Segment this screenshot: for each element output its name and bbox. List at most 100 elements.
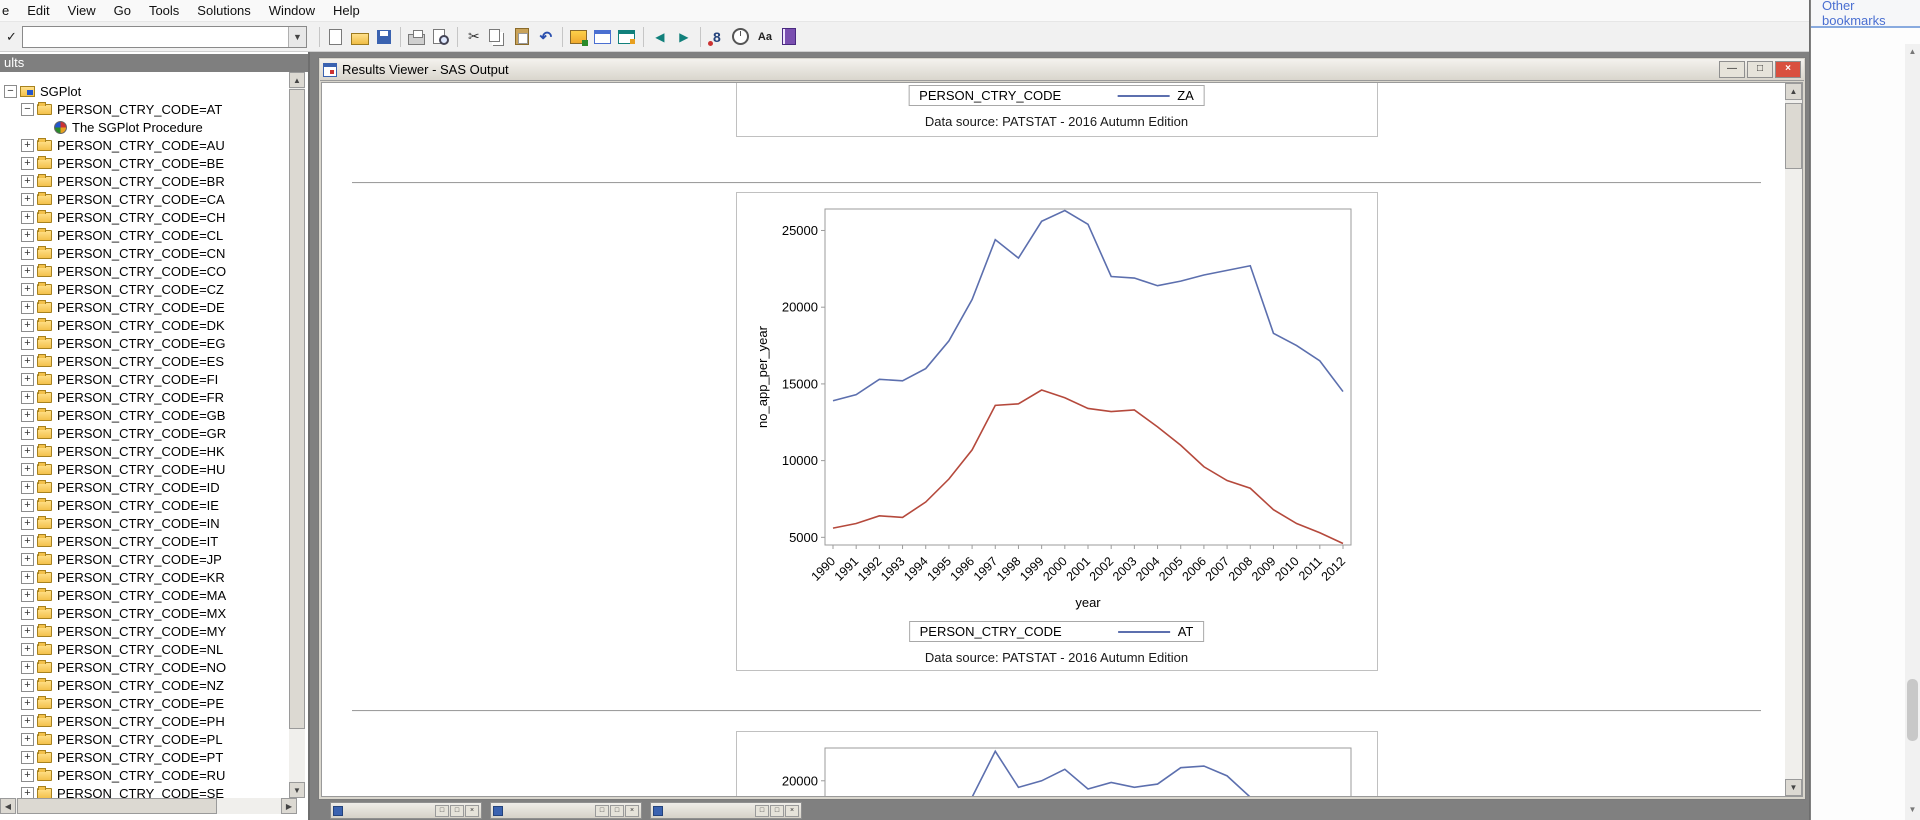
expand-icon[interactable]: + xyxy=(21,157,34,170)
tree-item-label[interactable]: PERSON_CTRY_CODE=MX xyxy=(57,606,226,621)
tree-item[interactable]: + PERSON_CTRY_CODE=PL xyxy=(0,730,288,748)
maximize-button[interactable]: □ xyxy=(1747,61,1773,78)
tree-item[interactable]: +PERSON_CTRY_CODE=CL xyxy=(0,226,288,244)
minimized-window[interactable]: □□× xyxy=(650,802,802,819)
tree-item[interactable]: +PERSON_CTRY_CODE=AU xyxy=(0,136,288,154)
expand-icon[interactable]: + xyxy=(21,643,34,656)
expand-icon[interactable]: + xyxy=(21,517,34,530)
tree-item[interactable]: +PERSON_CTRY_CODE=NL xyxy=(0,640,288,658)
expand-icon[interactable]: + xyxy=(21,535,34,548)
minimized-window[interactable]: □□× xyxy=(490,802,642,819)
tree-item-label[interactable]: PERSON_CTRY_CODE=GB xyxy=(57,408,225,423)
expand-icon[interactable]: + xyxy=(21,697,34,710)
tree-item[interactable]: −PERSON_CTRY_CODE=AT xyxy=(0,100,288,118)
tree-item-label[interactable]: PERSON_CTRY_CODE=DE xyxy=(57,300,225,315)
expand-icon[interactable]: + xyxy=(21,463,34,476)
expand-icon[interactable]: + xyxy=(21,481,34,494)
tree-item[interactable]: + PERSON_CTRY_CODE=PE xyxy=(0,694,288,712)
tree-item-label[interactable]: PERSON_CTRY_CODE=SE xyxy=(57,786,224,799)
tree-item[interactable]: +PERSON_CTRY_CODE=IN xyxy=(0,514,288,532)
tree-item-label[interactable]: PERSON_CTRY_CODE=MY xyxy=(57,624,226,639)
print-preview-icon[interactable] xyxy=(430,26,452,48)
tree-item-label[interactable]: PERSON_CTRY_CODE=CA xyxy=(57,192,225,207)
tree-item-label[interactable]: PERSON_CTRY_CODE=BR xyxy=(57,174,225,189)
help-book-icon[interactable] xyxy=(778,26,800,48)
new-document-icon[interactable] xyxy=(325,26,347,48)
tree-item-label[interactable]: PERSON_CTRY_CODE=PE xyxy=(57,696,224,711)
tree-item-label[interactable]: SGPlot xyxy=(40,84,81,99)
expand-icon[interactable]: + xyxy=(21,499,34,512)
expand-icon[interactable]: + xyxy=(21,733,34,746)
tree-item-label[interactable]: PERSON_CTRY_CODE=BE xyxy=(57,156,224,171)
tree-item[interactable]: +PERSON_CTRY_CODE=IE xyxy=(0,496,288,514)
tree-item[interactable]: +PERSON_CTRY_CODE=NZ xyxy=(0,676,288,694)
tree-item-label[interactable]: PERSON_CTRY_CODE=CO xyxy=(57,264,226,279)
collapse-icon[interactable]: − xyxy=(21,103,34,116)
minimized-window[interactable]: □□× xyxy=(330,802,482,819)
tree-item-label[interactable]: PERSON_CTRY_CODE=EG xyxy=(57,336,225,351)
tree-item[interactable]: +PERSON_CTRY_CODE=CN xyxy=(0,244,288,262)
tree-item-label[interactable]: PERSON_CTRY_CODE=ES xyxy=(57,354,224,369)
tree-item-label[interactable]: PERSON_CTRY_CODE=GR xyxy=(57,426,226,441)
tree-item[interactable]: +PERSON_CTRY_CODE=FI xyxy=(0,370,288,388)
minimize-button[interactable]: — xyxy=(1719,61,1745,78)
tree-item-label[interactable]: PERSON_CTRY_CODE=CL xyxy=(57,228,223,243)
tree-item-label[interactable]: PERSON_CTRY_CODE=FR xyxy=(57,390,224,405)
tree-horizontal-scrollbar[interactable]: ◀ ▶ xyxy=(0,798,297,814)
tree-item[interactable]: + PERSON_CTRY_CODE=CA xyxy=(0,190,288,208)
scrollbar-thumb[interactable] xyxy=(17,798,217,814)
expand-icon[interactable]: + xyxy=(21,715,34,728)
tree-item[interactable]: +PERSON_CTRY_CODE=IT xyxy=(0,532,288,550)
expand-icon[interactable]: + xyxy=(21,319,34,332)
menu-item[interactable]: Help xyxy=(324,1,369,20)
cut-icon[interactable] xyxy=(463,26,485,48)
menu-item[interactable]: Go xyxy=(105,1,140,20)
font-icon[interactable] xyxy=(754,26,776,48)
expand-icon[interactable]: + xyxy=(21,661,34,674)
tree-item[interactable]: + PERSON_CTRY_CODE=SE xyxy=(0,784,288,798)
menu-item[interactable]: View xyxy=(59,1,105,20)
expand-icon[interactable]: + xyxy=(21,427,34,440)
back-icon[interactable] xyxy=(649,26,671,48)
expand-icon[interactable]: + xyxy=(21,553,34,566)
expand-icon[interactable]: + xyxy=(21,787,34,799)
expand-icon[interactable]: + xyxy=(21,391,34,404)
close-button[interactable]: × xyxy=(625,805,639,817)
tree-item-label[interactable]: PERSON_CTRY_CODE=DK xyxy=(57,318,225,333)
tree-item[interactable]: + PERSON_CTRY_CODE=BE xyxy=(0,154,288,172)
explorer-window-icon[interactable] xyxy=(592,26,614,48)
other-bookmarks-button[interactable]: Other bookmarks xyxy=(1811,0,1920,26)
expand-icon[interactable]: + xyxy=(21,751,34,764)
undo-icon[interactable] xyxy=(535,26,557,48)
scroll-right-icon[interactable]: ▶ xyxy=(281,798,297,814)
tree-item-label[interactable]: PERSON_CTRY_CODE=CZ xyxy=(57,282,224,297)
tree-item-label[interactable]: PERSON_CTRY_CODE=CN xyxy=(57,246,225,261)
tree-item[interactable]: + PERSON_CTRY_CODE=GR xyxy=(0,424,288,442)
expand-icon[interactable]: + xyxy=(21,301,34,314)
expand-icon[interactable]: + xyxy=(21,769,34,782)
tree-item-label[interactable]: PERSON_CTRY_CODE=HK xyxy=(57,444,225,459)
tree-item-label[interactable]: PERSON_CTRY_CODE=CH xyxy=(57,210,225,225)
interrupt-icon[interactable] xyxy=(706,26,728,48)
restore-button[interactable]: □ xyxy=(595,805,609,817)
tree-item[interactable]: + PERSON_CTRY_CODE=FR xyxy=(0,388,288,406)
expand-icon[interactable]: + xyxy=(21,409,34,422)
expand-icon[interactable]: + xyxy=(21,589,34,602)
tree-item-label[interactable]: PERSON_CTRY_CODE=JP xyxy=(57,552,222,567)
expand-icon[interactable]: + xyxy=(21,373,34,386)
menu-item[interactable]: e xyxy=(0,1,18,20)
tree-item[interactable]: −SGPlot xyxy=(0,82,288,100)
tree-item[interactable]: +PERSON_CTRY_CODE=MY xyxy=(0,622,288,640)
tree-item[interactable]: +PERSON_CTRY_CODE=ID xyxy=(0,478,288,496)
tree-item-label[interactable]: PERSON_CTRY_CODE=RU xyxy=(57,768,225,783)
tree-item-label[interactable]: PERSON_CTRY_CODE=AU xyxy=(57,138,225,153)
expand-icon[interactable]: + xyxy=(21,337,34,350)
maximize-button[interactable]: □ xyxy=(610,805,624,817)
tree-item[interactable]: +PERSON_CTRY_CODE=CH xyxy=(0,208,288,226)
tree-item-label[interactable]: PERSON_CTRY_CODE=NO xyxy=(57,660,226,675)
tree-item-label[interactable]: PERSON_CTRY_CODE=PL xyxy=(57,732,223,747)
scroll-down-icon[interactable]: ▼ xyxy=(289,782,305,798)
expand-icon[interactable]: + xyxy=(21,193,34,206)
tree-vertical-scrollbar[interactable]: ▲ ▼ xyxy=(289,72,305,798)
menu-item[interactable]: Window xyxy=(260,1,324,20)
